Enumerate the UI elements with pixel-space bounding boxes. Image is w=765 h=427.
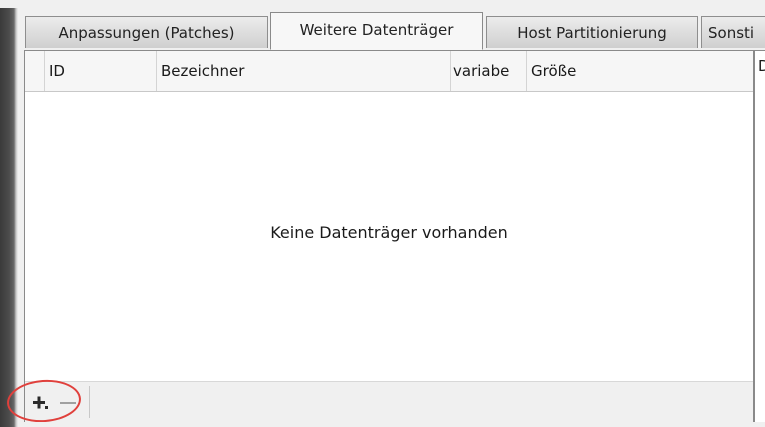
tab-bar: Anpassungen (Patches) Weitere Datenträge…: [25, 10, 765, 52]
window-top-edge: [0, 0, 765, 8]
minus-icon: [60, 402, 76, 404]
tab-host-partitioning[interactable]: Host Partitionierung: [486, 16, 698, 48]
column-header-identifier[interactable]: Bezeichner: [157, 51, 451, 91]
right-panel-label: D: [758, 57, 765, 75]
disks-pane: ID Bezeichner variabe Größe Keine Datent…: [24, 50, 754, 422]
empty-table-message: Keine Datenträger vorhanden: [270, 223, 508, 242]
remove-disk-button[interactable]: [57, 388, 81, 416]
window-left-edge: [0, 0, 18, 427]
column-header-selector[interactable]: [25, 51, 45, 91]
plus-icon: [33, 396, 48, 409]
column-header-size[interactable]: Größe: [527, 51, 753, 91]
table-header: ID Bezeichner variabe Größe: [25, 51, 753, 92]
add-disk-button[interactable]: [29, 388, 53, 416]
right-side-panel: D: [754, 50, 765, 422]
window-bottom-edge: [18, 422, 765, 427]
column-header-variable[interactable]: variabe: [451, 51, 527, 91]
toolbar-separator: [89, 386, 90, 418]
tab-patches[interactable]: Anpassungen (Patches): [25, 16, 268, 48]
tab-additional-disks[interactable]: Weitere Datenträger: [270, 12, 483, 50]
app-window: Anpassungen (Patches) Weitere Datenträge…: [0, 0, 765, 427]
tab-other[interactable]: Sonsti: [701, 16, 765, 48]
table-toolbar: [25, 381, 753, 422]
column-header-id[interactable]: ID: [45, 51, 157, 91]
